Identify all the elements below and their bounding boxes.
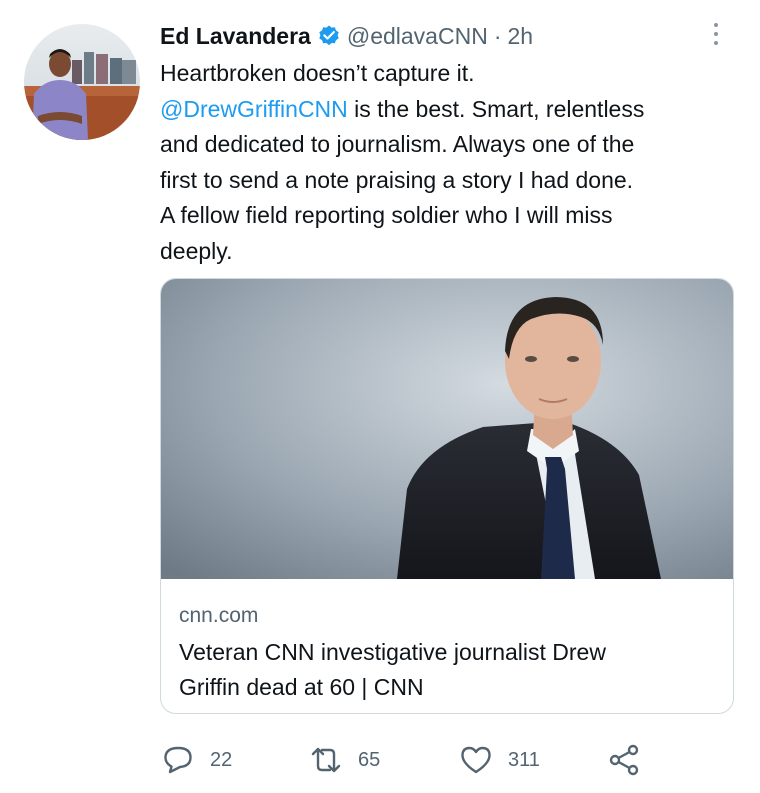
tweet-text-line: A fellow field reporting soldier who I w… [160,202,613,228]
card-image [161,279,733,579]
share-button[interactable] [606,740,642,780]
reply-count: 22 [210,748,233,771]
share-icon [609,744,639,776]
separator-dot: · [493,22,502,49]
like-icon [461,746,491,774]
card-title-line: Griffin dead at 60 | CNN [179,674,424,700]
tweet-header: Ed Lavandera @edlavaCNN · 2h [160,20,533,52]
tweet-text-line: deeply. [160,237,233,264]
tweet-actions: 22 65 311 [160,740,740,780]
card-title-line: Veteran CNN investigative journalist Dre… [179,639,606,665]
avatar-photo [24,24,140,140]
retweet-icon [311,747,341,773]
author-handle[interactable]: @edlavaCNN [347,23,488,50]
more-options-icon[interactable] [704,18,728,50]
author-avatar[interactable] [24,24,140,140]
tweet-text-line: Heartbroken doesn’t capture it. [160,60,475,86]
tweet-text-line: @DrewGriffinCNN is the best. Smart, rele… [160,92,740,128]
verified-badge-icon [317,24,341,48]
card-title: Veteran CNN investigative journalist Dre… [179,635,719,705]
card-meta: cnn.com Veteran CNN investigative journa… [179,603,719,705]
reply-icon [164,746,192,774]
tweet-text-line: and dedicated to journalism. Always one … [160,131,635,157]
reply-button[interactable]: 22 [160,740,232,780]
tweet-text-segment: is the best. Smart, relentless [347,95,645,122]
link-preview-card[interactable]: cnn.com Veteran CNN investigative journa… [160,278,734,714]
tweet-timestamp[interactable]: 2h [507,23,533,50]
card-domain: cnn.com [179,604,259,627]
like-count: 311 [508,748,540,771]
mention-link[interactable]: @DrewGriffinCNN [160,96,348,122]
tweet-text: Heartbroken doesn’t capture it. @DrewGri… [160,56,740,269]
tweet-text-line: first to send a note praising a story I … [160,166,634,193]
retweet-button[interactable]: 65 [308,740,380,780]
like-button[interactable]: 311 [458,740,540,780]
author-name[interactable]: Ed Lavandera [160,23,311,50]
retweet-count: 65 [358,748,381,771]
